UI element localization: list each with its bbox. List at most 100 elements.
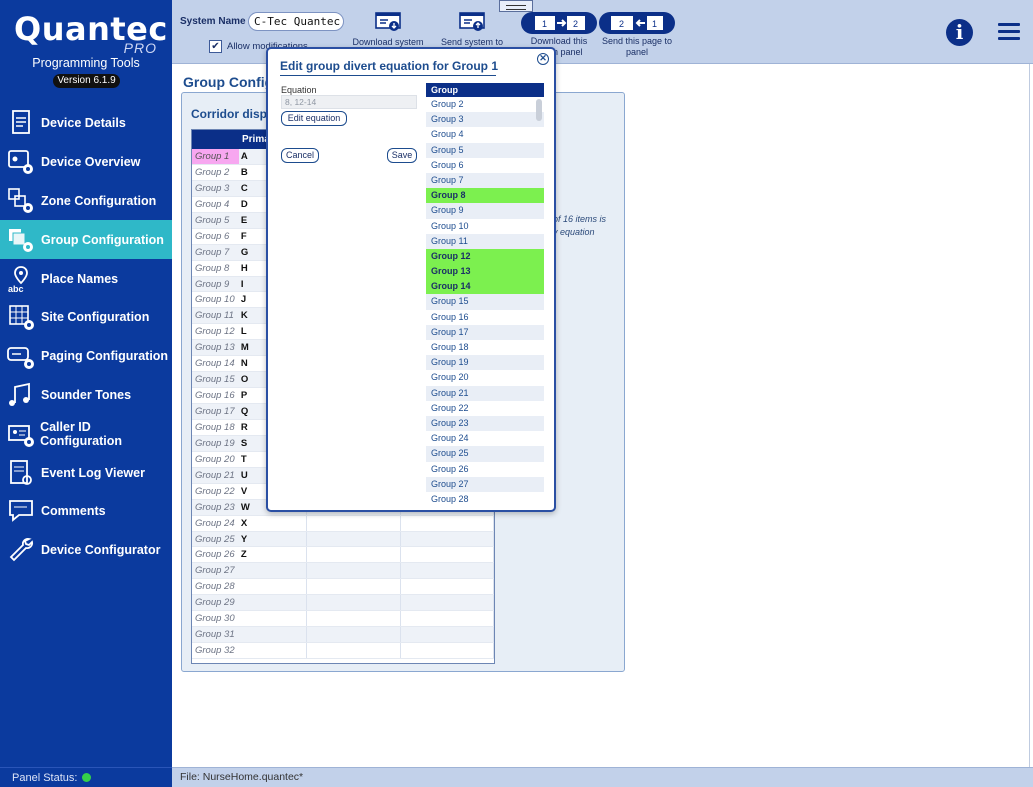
- primary-display-cell[interactable]: [239, 611, 308, 627]
- primary-display-cell[interactable]: Z: [239, 547, 308, 563]
- display-cell[interactable]: [401, 579, 494, 595]
- group-name-cell: Group 19: [195, 437, 235, 449]
- group-list-item[interactable]: Group 25: [426, 446, 544, 462]
- group-list-item[interactable]: Group 9: [426, 203, 544, 219]
- close-icon[interactable]: ✕: [537, 53, 549, 65]
- table-row[interactable]: Group 24 X: [192, 515, 494, 532]
- display-cell[interactable]: [307, 579, 401, 595]
- group-list[interactable]: Group Group 2 Group 3 Group 4 Group 5 Group …: [426, 83, 544, 507]
- sidebar-item-zone-configuration[interactable]: Zone Configuration: [0, 182, 172, 221]
- sidebar-item-place-names[interactable]: abc Place Names: [0, 259, 172, 298]
- primary-display-cell[interactable]: X: [239, 515, 308, 531]
- group-list-item[interactable]: Group 15: [426, 294, 544, 310]
- group-list-item[interactable]: Group 13: [426, 264, 544, 280]
- save-button[interactable]: Save: [387, 148, 417, 163]
- group-list-item[interactable]: Group 19: [426, 355, 544, 371]
- table-row[interactable]: Group 25 Y: [192, 531, 494, 548]
- group-list-item[interactable]: Group 5: [426, 142, 544, 158]
- display-cell[interactable]: [307, 595, 401, 611]
- sidebar-item-sounder-tones[interactable]: Sounder Tones: [0, 376, 172, 415]
- hamburger-menu-icon[interactable]: [998, 23, 1020, 41]
- cancel-button[interactable]: Cancel: [281, 148, 319, 163]
- table-row[interactable]: Group 28: [192, 579, 494, 596]
- table-row[interactable]: Group 32: [192, 643, 494, 659]
- sidebar-item-device-configurator[interactable]: Device Configurator: [0, 531, 172, 570]
- download-page-pill[interactable]: 1 2: [521, 12, 597, 34]
- group-list-item[interactable]: Group 4: [426, 127, 544, 142]
- table-row[interactable]: Group 31: [192, 627, 494, 644]
- info-icon[interactable]: i: [946, 19, 973, 46]
- table-row[interactable]: Group 29: [192, 595, 494, 612]
- group-list-item[interactable]: Group 21: [426, 385, 544, 401]
- sidebar-item-device-details[interactable]: Device Details: [0, 104, 172, 143]
- drag-handle[interactable]: [499, 0, 533, 12]
- equation-field[interactable]: 8, 12-14: [281, 95, 417, 109]
- group-list-item[interactable]: Group 17: [426, 324, 544, 340]
- group-list-item[interactable]: Group 10: [426, 219, 544, 234]
- group-list-item[interactable]: Group 28: [426, 492, 544, 507]
- group-list-item[interactable]: Group 23: [426, 415, 544, 432]
- send-page-label-2: panel: [625, 47, 649, 57]
- sidebar-item-comments[interactable]: Comments: [0, 492, 172, 531]
- group-list-item[interactable]: Group 22: [426, 401, 544, 416]
- display-cell[interactable]: [401, 531, 494, 547]
- primary-display-cell[interactable]: Y: [239, 531, 308, 547]
- send-system-button[interactable]: Send system to: [437, 12, 507, 47]
- group-list-item[interactable]: Group 7: [426, 172, 544, 189]
- table-row[interactable]: Group 30: [192, 611, 494, 628]
- group-list-item[interactable]: Group 20: [426, 370, 544, 385]
- sidebar-item-event-log-viewer[interactable]: Event Log Viewer: [0, 453, 172, 492]
- send-page-pill[interactable]: 2 1: [599, 12, 675, 34]
- display-cell[interactable]: [401, 515, 494, 531]
- version-badge: Version 6.1.9: [53, 74, 120, 88]
- display-cell[interactable]: [401, 643, 494, 658]
- list-scrollbar[interactable]: [536, 99, 542, 121]
- table-row[interactable]: Group 27: [192, 563, 494, 580]
- primary-display-cell[interactable]: [239, 595, 308, 611]
- sidebar-item-paging-configuration[interactable]: Paging Configuration: [0, 337, 172, 376]
- group-list-item[interactable]: Group 3: [426, 112, 544, 128]
- document-icon: [6, 108, 36, 138]
- sidebar-item-caller-id-configuration[interactable]: Caller ID Configuration: [0, 414, 172, 453]
- primary-display-cell[interactable]: [239, 579, 308, 595]
- display-cell[interactable]: [307, 611, 401, 627]
- group-list-item[interactable]: Group 6: [426, 158, 544, 173]
- group-list-item[interactable]: Group 16: [426, 310, 544, 325]
- download-system-button[interactable]: Download system: [352, 12, 424, 47]
- group-list-item[interactable]: Group 11: [426, 233, 544, 249]
- sidebar-item-label: Event Log Viewer: [41, 465, 145, 480]
- sidebar-item-device-overview[interactable]: Device Overview: [0, 143, 172, 182]
- sidebar-item-label: Comments: [41, 504, 106, 519]
- group-list-item[interactable]: Group 8: [426, 188, 544, 204]
- display-cell[interactable]: [307, 643, 401, 658]
- edit-equation-button[interactable]: Edit equation: [281, 111, 347, 126]
- primary-display-cell[interactable]: [239, 643, 308, 658]
- group-list-item[interactable]: Group 2: [426, 97, 544, 112]
- display-cell[interactable]: [307, 627, 401, 643]
- group-list-item[interactable]: Group 27: [426, 476, 544, 492]
- table-row[interactable]: Group 26 Z: [192, 547, 494, 564]
- system-name-field[interactable]: C-Tec Quantec: [248, 12, 344, 31]
- title-underline: [280, 75, 496, 76]
- group-list-item[interactable]: Group 24: [426, 431, 544, 446]
- sidebar-item-group-configuration[interactable]: Group Configuration: [0, 220, 172, 260]
- display-cell[interactable]: [401, 611, 494, 627]
- display-cell[interactable]: [307, 531, 401, 547]
- display-cell[interactable]: [401, 563, 494, 579]
- edit-divert-equation-dialog: Edit group divert equation for Group 1 ✕…: [266, 47, 556, 512]
- primary-display-cell[interactable]: [239, 563, 308, 579]
- primary-display-cell[interactable]: [239, 627, 308, 643]
- display-cell[interactable]: [307, 515, 401, 531]
- sidebar-item-site-configuration[interactable]: Site Configuration: [0, 298, 172, 337]
- display-cell[interactable]: [401, 547, 494, 563]
- event-log-icon: [6, 458, 36, 488]
- group-list-item[interactable]: Group 12: [426, 248, 544, 265]
- display-cell[interactable]: [307, 547, 401, 563]
- paging-config-icon: [6, 341, 36, 371]
- display-cell[interactable]: [307, 563, 401, 579]
- group-list-item[interactable]: Group 18: [426, 340, 544, 355]
- display-cell[interactable]: [401, 627, 494, 643]
- group-list-item[interactable]: Group 26: [426, 462, 544, 477]
- display-cell[interactable]: [401, 595, 494, 611]
- group-list-item[interactable]: Group 14: [426, 279, 544, 295]
